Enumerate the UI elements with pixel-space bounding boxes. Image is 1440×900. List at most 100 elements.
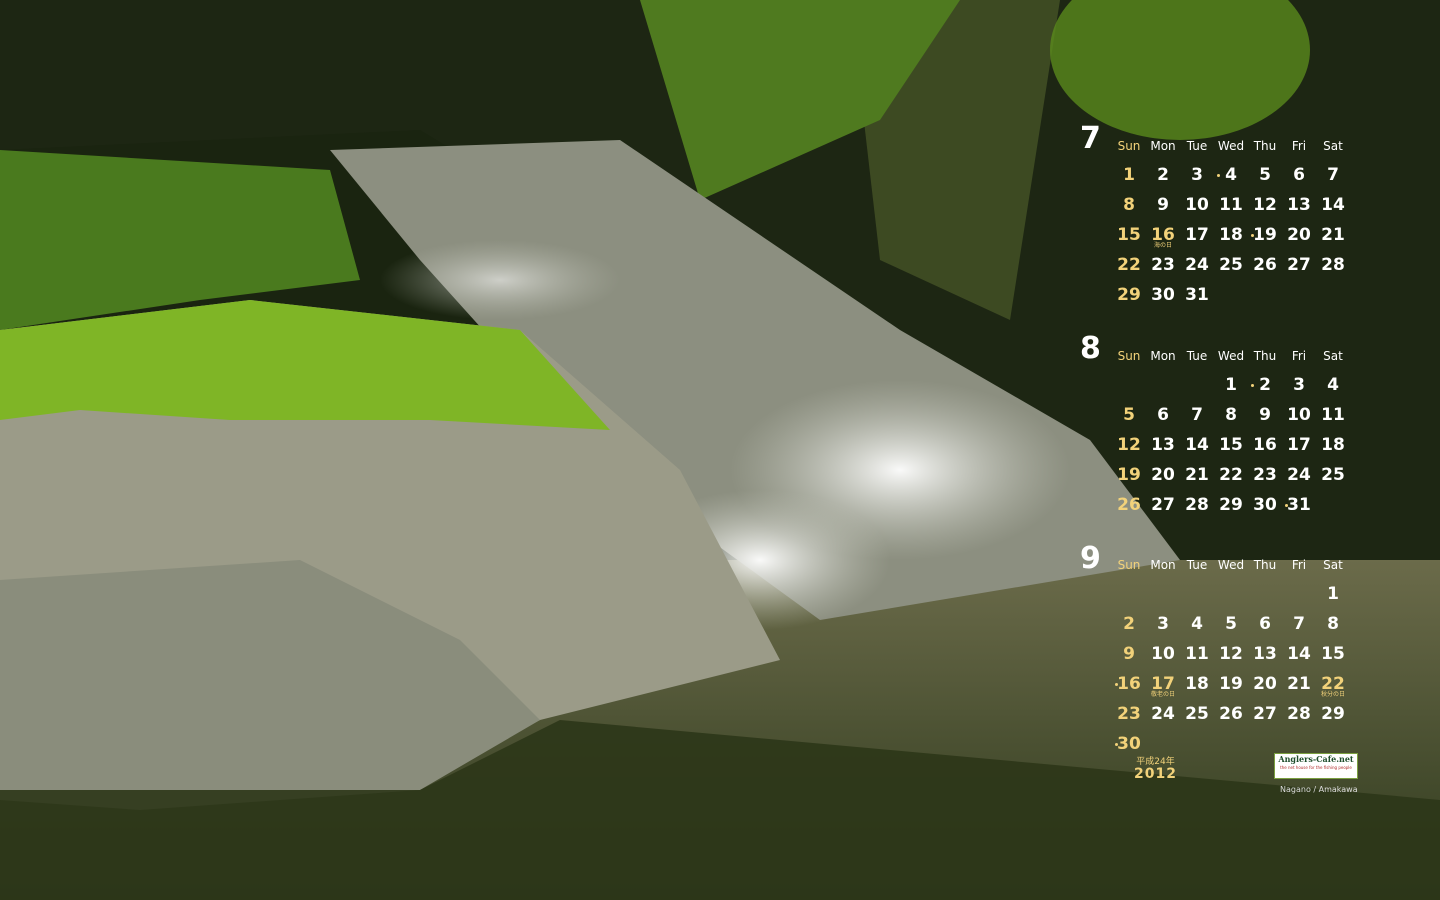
day-cell: 14 xyxy=(1287,644,1311,664)
day-cell: 18 xyxy=(1219,225,1243,245)
site-logo: Anglers-Cafe.net the net house for the f… xyxy=(1274,753,1358,779)
month-number: 8 xyxy=(1080,331,1101,366)
weekday-label: Sat xyxy=(1323,558,1343,572)
day-cell: 8 xyxy=(1327,614,1339,634)
day-cell: 10 xyxy=(1151,644,1175,664)
day-cell: 19 xyxy=(1117,465,1141,485)
day-cell xyxy=(1146,372,1180,402)
day-cell: 9 xyxy=(1259,405,1271,425)
day-cell xyxy=(1112,581,1146,611)
day-cell: 27 xyxy=(1287,255,1311,275)
day-cell: 14 xyxy=(1321,195,1345,215)
day-cell: 1 xyxy=(1327,584,1339,604)
day-cell: 17 xyxy=(1287,435,1311,455)
day-cell: 26 xyxy=(1219,704,1243,724)
day-cell: 27 xyxy=(1151,495,1175,515)
day-cell: 21 xyxy=(1287,674,1311,694)
weekday-label: Fri xyxy=(1291,139,1307,153)
holiday-name: 海の日 xyxy=(1153,242,1172,249)
day-cell xyxy=(1180,581,1214,611)
day-cell: 5 xyxy=(1259,165,1271,185)
day-cell: 22 xyxy=(1219,465,1243,485)
day-cell: 22 xyxy=(1117,255,1141,275)
day-cell xyxy=(1146,581,1180,611)
day-cell: 24 xyxy=(1151,704,1175,724)
weekday-label: Thu xyxy=(1253,558,1277,572)
day-cell: 13 xyxy=(1151,435,1175,455)
day-cell: 10 xyxy=(1185,195,1209,215)
day-cell: 28 xyxy=(1185,495,1209,515)
day-cell: 2 xyxy=(1248,372,1282,402)
logo-tagline: the net house for the fishing people xyxy=(1280,765,1352,770)
weekday-label: Wed xyxy=(1217,349,1245,363)
year-value: 2012 xyxy=(1134,766,1177,782)
day-cell: 25 xyxy=(1321,465,1345,485)
day-cell: 6 xyxy=(1259,614,1271,634)
day-cell: 7 xyxy=(1191,405,1203,425)
day-cell: 15 xyxy=(1219,435,1243,455)
holiday-name: 敬老の日 xyxy=(1150,691,1175,698)
day-cell: 11 xyxy=(1185,644,1209,664)
day-cell: 10 xyxy=(1287,405,1311,425)
day-cell: 5 xyxy=(1123,405,1135,425)
day-cell: 2 xyxy=(1157,165,1169,185)
day-cell: 13 xyxy=(1253,644,1277,664)
day-cell xyxy=(1180,372,1214,402)
day-grid: 1 2 3 4 5 6 7 8 9 10 11 12 13 14 15 16 1… xyxy=(1112,372,1350,522)
weekday-label: Sat xyxy=(1323,139,1343,153)
weekday-label: Fri xyxy=(1291,558,1307,572)
weekday-label: Sat xyxy=(1323,349,1343,363)
day-cell: 1 xyxy=(1225,375,1237,395)
day-cell xyxy=(1248,581,1282,611)
holiday-day-cell: 17 敬老の日 xyxy=(1146,671,1180,701)
day-cell: 4 xyxy=(1191,614,1203,634)
day-cell: 19 xyxy=(1248,222,1282,252)
day-cell: 26 xyxy=(1117,495,1141,515)
day-cell: 7 xyxy=(1327,165,1339,185)
weekday-label: Fri xyxy=(1291,349,1307,363)
day-cell: 8 xyxy=(1123,195,1135,215)
day-cell: 30 xyxy=(1253,495,1277,515)
holiday-name: 秋分の日 xyxy=(1320,691,1345,698)
day-cell: 17 xyxy=(1185,225,1209,245)
day-cell xyxy=(1282,581,1316,611)
day-cell: 21 xyxy=(1321,225,1345,245)
weekday-label: Tue xyxy=(1186,349,1208,363)
calendar-panel: 7 Sun Mon Tue Wed Thu Fri Sat 1 2 3 4 5 … xyxy=(1060,0,1440,900)
day-cell: 6 xyxy=(1293,165,1305,185)
weekday-label: Mon xyxy=(1150,349,1176,363)
day-cell: 31 xyxy=(1282,492,1316,522)
weekday-label: Thu xyxy=(1253,139,1277,153)
day-cell: 31 xyxy=(1185,285,1209,305)
day-cell xyxy=(1214,581,1248,611)
day-cell: 16 xyxy=(1112,671,1146,701)
day-cell: 27 xyxy=(1253,704,1277,724)
logo-name: Anglers-Cafe.net xyxy=(1278,754,1354,764)
day-cell: 2 xyxy=(1123,614,1135,634)
year-label: 平成24年 2012 xyxy=(1134,757,1177,782)
day-cell: 24 xyxy=(1287,465,1311,485)
day-cell: 3 xyxy=(1293,375,1305,395)
weekday-label: Tue xyxy=(1186,558,1208,572)
day-cell: 14 xyxy=(1185,435,1209,455)
weekday-label: Sun xyxy=(1117,558,1141,572)
day-grid: 1 2 3 4 5 6 7 8 9 10 11 12 13 14 15 16 1… xyxy=(1112,581,1350,761)
month-number: 9 xyxy=(1080,541,1101,576)
day-cell: 20 xyxy=(1287,225,1311,245)
day-cell: 3 xyxy=(1191,165,1203,185)
day-cell: 13 xyxy=(1287,195,1311,215)
weekday-label: Tue xyxy=(1186,139,1208,153)
day-cell: 4 xyxy=(1214,162,1248,192)
day-cell: 6 xyxy=(1157,405,1169,425)
day-cell: 29 xyxy=(1117,285,1141,305)
day-cell: 12 xyxy=(1219,644,1243,664)
day-cell: 9 xyxy=(1157,195,1169,215)
day-cell: 12 xyxy=(1253,195,1277,215)
day-cell: 23 xyxy=(1253,465,1277,485)
day-cell: 24 xyxy=(1185,255,1209,275)
day-cell: 30 xyxy=(1151,285,1175,305)
day-cell: 3 xyxy=(1157,614,1169,634)
photo-location-credit: Nagano / Amakawa xyxy=(1280,785,1358,794)
weekday-label: Wed xyxy=(1217,558,1245,572)
day-cell: 19 xyxy=(1219,674,1243,694)
